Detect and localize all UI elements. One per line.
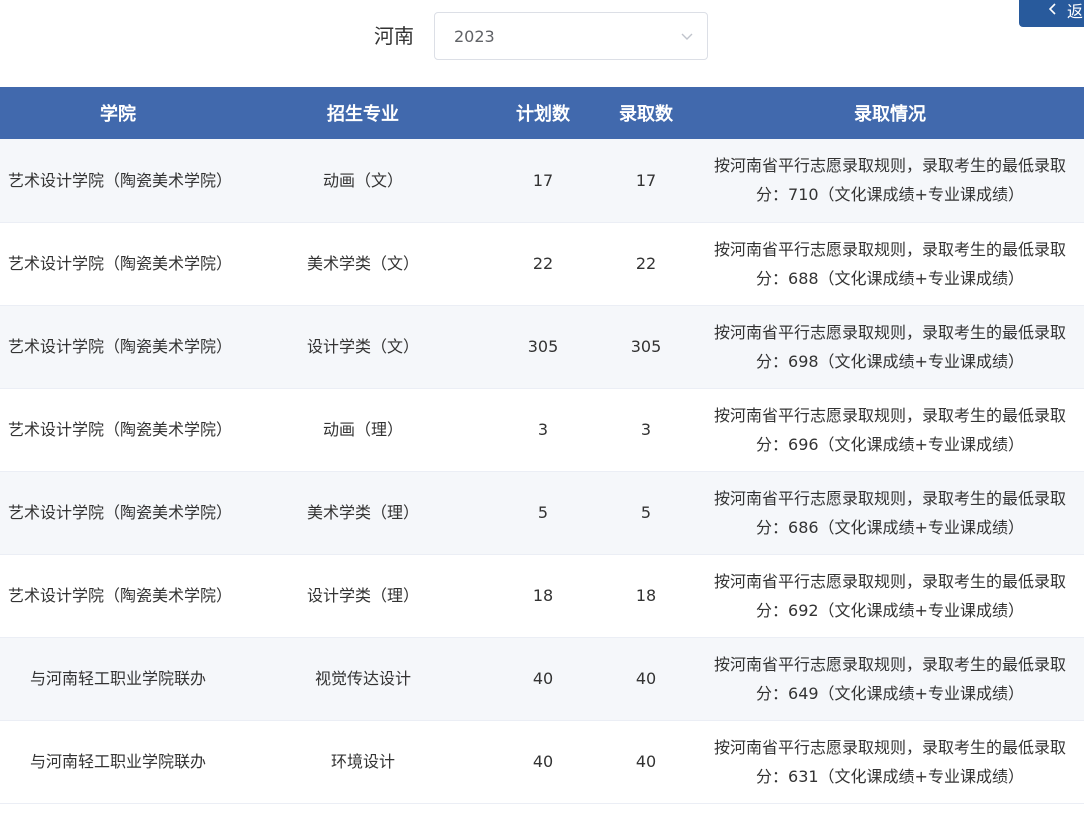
table-row: 艺术设计学院（陶瓷美术学院） 动画（理） 3 3 按河南省平行志愿录取规则，录取…: [0, 388, 1084, 472]
province-label: 河南: [374, 24, 414, 48]
cell-admitted: 18: [596, 554, 696, 638]
cell-college: 艺术设计学院（陶瓷美术学院）: [0, 554, 236, 638]
table-row: 艺术设计学院（陶瓷美术学院） 设计学类（理） 18 18 按河南省平行志愿录取规…: [0, 554, 1084, 638]
cell-plan: 3: [490, 388, 596, 472]
year-select[interactable]: 2023: [434, 12, 708, 60]
table-row: 与河南轻工职业学院联办 环境设计 40 40 按河南省平行志愿录取规则，录取考生…: [0, 720, 1084, 804]
cell-status: 按河南省平行志愿录取规则，录取考生的最低录取分：688（文化课成绩+专业课成绩）: [696, 222, 1084, 306]
back-button[interactable]: 返: [1019, 0, 1084, 27]
cell-admitted: 3: [596, 388, 696, 472]
cell-admitted: 305: [596, 305, 696, 389]
cell-college: 与河南轻工职业学院联办: [0, 637, 236, 721]
table-row: 艺术设计学院（陶瓷美术学院） 美术学类（文） 22 22 按河南省平行志愿录取规…: [0, 222, 1084, 306]
cell-plan: 18: [490, 554, 596, 638]
year-select-value: 2023: [454, 27, 495, 46]
cell-major: 动画（文）: [236, 139, 490, 223]
header-plan: 计划数: [490, 87, 596, 139]
cell-major: 设计学类（理）: [236, 554, 490, 638]
admission-table: 学院 招生专业 计划数 录取数 录取情况 艺术设计学院（陶瓷美术学院） 动画（文…: [0, 87, 1084, 804]
cell-status: 按河南省平行志愿录取规则，录取考生的最低录取分：710（文化课成绩+专业课成绩）: [696, 139, 1084, 223]
cell-status: 按河南省平行志愿录取规则，录取考生的最低录取分：696（文化课成绩+专业课成绩）: [696, 388, 1084, 472]
cell-plan: 40: [490, 720, 596, 804]
cell-plan: 40: [490, 637, 596, 721]
chevron-down-icon: [681, 33, 693, 40]
table-row: 与河南轻工职业学院联办 视觉传达设计 40 40 按河南省平行志愿录取规则，录取…: [0, 637, 1084, 721]
cell-college: 与河南轻工职业学院联办: [0, 720, 236, 804]
cell-college: 艺术设计学院（陶瓷美术学院）: [0, 471, 236, 555]
cell-status: 按河南省平行志愿录取规则，录取考生的最低录取分：692（文化课成绩+专业课成绩）: [696, 554, 1084, 638]
cell-plan: 305: [490, 305, 596, 389]
cell-major: 美术学类（理）: [236, 471, 490, 555]
header-college: 学院: [0, 87, 236, 139]
header-status: 录取情况: [696, 87, 1084, 139]
cell-admitted: 5: [596, 471, 696, 555]
table-row: 艺术设计学院（陶瓷美术学院） 美术学类（理） 5 5 按河南省平行志愿录取规则，…: [0, 471, 1084, 555]
cell-status: 按河南省平行志愿录取规则，录取考生的最低录取分：686（文化课成绩+专业课成绩）: [696, 471, 1084, 555]
cell-college: 艺术设计学院（陶瓷美术学院）: [0, 139, 236, 223]
cell-admitted: 40: [596, 637, 696, 721]
cell-status: 按河南省平行志愿录取规则，录取考生的最低录取分：698（文化课成绩+专业课成绩）: [696, 305, 1084, 389]
cell-status: 按河南省平行志愿录取规则，录取考生的最低录取分：631（文化课成绩+专业课成绩）: [696, 720, 1084, 804]
cell-admitted: 22: [596, 222, 696, 306]
filter-bar: 河南 2023 返: [0, 0, 1084, 87]
back-button-label: 返: [1067, 2, 1084, 21]
cell-admitted: 40: [596, 720, 696, 804]
cell-major: 动画（理）: [236, 388, 490, 472]
cell-major: 设计学类（文）: [236, 305, 490, 389]
cell-college: 艺术设计学院（陶瓷美术学院）: [0, 305, 236, 389]
table-row: 艺术设计学院（陶瓷美术学院） 动画（文） 17 17 按河南省平行志愿录取规则，…: [0, 139, 1084, 223]
cell-major: 美术学类（文）: [236, 222, 490, 306]
cell-major: 环境设计: [236, 720, 490, 804]
cell-college: 艺术设计学院（陶瓷美术学院）: [0, 222, 236, 306]
cell-plan: 22: [490, 222, 596, 306]
cell-plan: 5: [490, 471, 596, 555]
cell-status: 按河南省平行志愿录取规则，录取考生的最低录取分：649（文化课成绩+专业课成绩）: [696, 637, 1084, 721]
header-major: 招生专业: [236, 87, 490, 139]
cell-plan: 17: [490, 139, 596, 223]
table-row: 艺术设计学院（陶瓷美术学院） 设计学类（文） 305 305 按河南省平行志愿录…: [0, 305, 1084, 389]
header-admitted: 录取数: [596, 87, 696, 139]
cell-college: 艺术设计学院（陶瓷美术学院）: [0, 388, 236, 472]
chevron-left-icon: [1049, 3, 1056, 15]
cell-major: 视觉传达设计: [236, 637, 490, 721]
table-header-row: 学院 招生专业 计划数 录取数 录取情况: [0, 87, 1084, 139]
cell-admitted: 17: [596, 139, 696, 223]
